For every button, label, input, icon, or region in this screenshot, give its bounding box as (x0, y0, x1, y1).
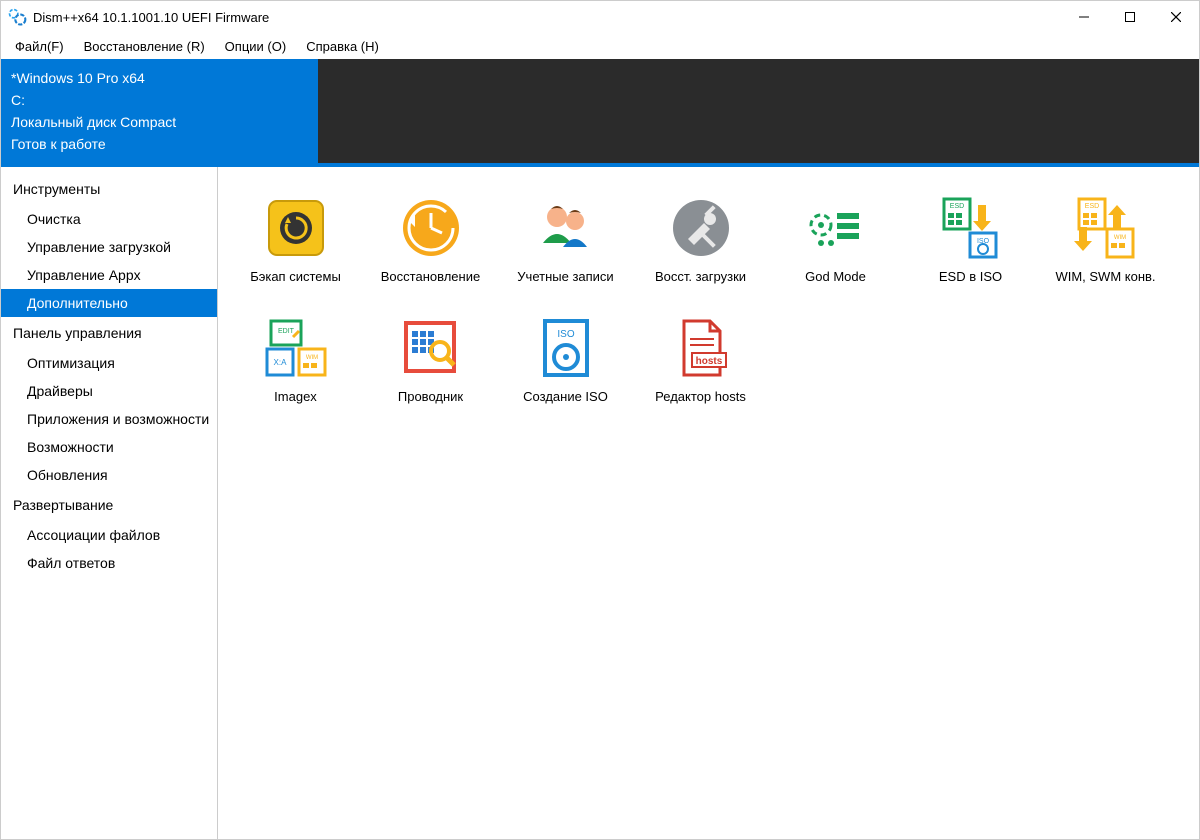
svg-text:WIM: WIM (305, 355, 317, 361)
explorer-icon (394, 311, 468, 385)
tool-label: Восстановление (381, 269, 480, 284)
tool-label: Редактор hosts (655, 389, 746, 404)
sidebar-item-advanced[interactable]: Дополнительно (1, 289, 217, 317)
svg-text:hosts: hosts (695, 356, 722, 367)
tool-label: God Mode (805, 269, 866, 284)
svg-text:ISO: ISO (557, 329, 574, 340)
tool-create-iso[interactable]: ISO Создание ISO (498, 305, 633, 425)
restore-clock-icon (394, 191, 468, 265)
os-line: *Windows 10 Pro x64 (11, 67, 308, 89)
tool-grid: Бэкап системы Восстановление (228, 185, 1189, 425)
sidebar-item-bootmgmt[interactable]: Управление загрузкой (1, 233, 217, 261)
backup-disk-icon (259, 191, 333, 265)
tool-explorer[interactable]: Проводник (363, 305, 498, 425)
tool-restore[interactable]: Восстановление (363, 185, 498, 305)
menu-recovery[interactable]: Восстановление (R) (74, 36, 215, 57)
wim-convert-icon: ESD WIM (1069, 191, 1143, 265)
dark-banner (318, 59, 1199, 163)
hosts-file-icon: hosts (664, 311, 738, 385)
info-band: *Windows 10 Pro x64 C: Локальный диск Co… (1, 59, 1199, 163)
tool-label: Бэкап системы (250, 269, 341, 284)
minimize-button[interactable] (1061, 1, 1107, 33)
main-pane: Бэкап системы Восстановление (218, 167, 1199, 839)
tool-accounts[interactable]: Учетные записи (498, 185, 633, 305)
disk-line: Локальный диск Compact (11, 111, 308, 133)
sidebar-section-controlpanel: Панель управления (1, 317, 217, 349)
iso-create-icon: ISO (529, 311, 603, 385)
tool-wim-convert[interactable]: ESD WIM WIM, SWM конв. (1038, 185, 1173, 305)
imagex-icon: EDIT X:A WIM (259, 311, 333, 385)
tool-hosts-editor[interactable]: hosts Редактор hosts (633, 305, 768, 425)
tool-imagex[interactable]: EDIT X:A WIM Imagex (228, 305, 363, 425)
tool-label: Imagex (274, 389, 317, 404)
tool-label: Создание ISO (523, 389, 608, 404)
sidebar-item-apps[interactable]: Приложения и возможности (1, 405, 217, 433)
window-title: Dism++x64 10.1.1001.10 UEFI Firmware (33, 10, 1061, 25)
sidebar-section-tools: Инструменты (1, 173, 217, 205)
tool-label: Проводник (398, 389, 463, 404)
svg-text:X:A: X:A (273, 358, 287, 367)
menubar: Файл(F) Восстановление (R) Опции (O) Спр… (1, 33, 1199, 59)
tool-boot-repair[interactable]: Восст. загрузки (633, 185, 768, 305)
sidebar-item-updates[interactable]: Обновления (1, 461, 217, 489)
body: Инструменты Очистка Управление загрузкой… (1, 167, 1199, 839)
sidebar-item-cleanup[interactable]: Очистка (1, 205, 217, 233)
app-window: Dism++x64 10.1.1001.10 UEFI Firmware Фай… (0, 0, 1200, 840)
maximize-button[interactable] (1107, 1, 1153, 33)
tool-label: ESD в ISO (939, 269, 1002, 284)
sidebar-item-optimization[interactable]: Оптимизация (1, 349, 217, 377)
sidebar-item-drivers[interactable]: Драйверы (1, 377, 217, 405)
tool-god-mode[interactable]: God Mode (768, 185, 903, 305)
status-line: Готов к работе (11, 133, 308, 155)
wrench-screwdriver-icon (664, 191, 738, 265)
menu-options[interactable]: Опции (O) (215, 36, 297, 57)
esd-iso-icon: ESD ISO (934, 191, 1008, 265)
users-icon (529, 191, 603, 265)
tool-label: Учетные записи (517, 269, 613, 284)
tool-label: Восст. загрузки (655, 269, 746, 284)
close-button[interactable] (1153, 1, 1199, 33)
titlebar: Dism++x64 10.1.1001.10 UEFI Firmware (1, 1, 1199, 33)
svg-text:WIM: WIM (1113, 235, 1125, 241)
sidebar: Инструменты Очистка Управление загрузкой… (1, 167, 218, 839)
sidebar-item-appx[interactable]: Управление Appx (1, 261, 217, 289)
menu-help[interactable]: Справка (H) (296, 36, 389, 57)
sidebar-item-fileassoc[interactable]: Ассоциации файлов (1, 521, 217, 549)
svg-text:ESD: ESD (1084, 203, 1098, 210)
menu-file[interactable]: Файл(F) (5, 36, 74, 57)
svg-text:EDIT: EDIT (278, 328, 295, 335)
svg-text:ESD: ESD (949, 203, 963, 210)
tool-system-backup[interactable]: Бэкап системы (228, 185, 363, 305)
system-info-panel[interactable]: *Windows 10 Pro x64 C: Локальный диск Co… (1, 59, 318, 163)
sidebar-item-features[interactable]: Возможности (1, 433, 217, 461)
tool-label: WIM, SWM конв. (1055, 269, 1155, 284)
window-controls (1061, 1, 1199, 33)
app-icon (7, 7, 27, 27)
sidebar-item-answerfile[interactable]: Файл ответов (1, 549, 217, 577)
drive-line: C: (11, 89, 308, 111)
sidebar-section-deployment: Развертывание (1, 489, 217, 521)
godmode-icon (799, 191, 873, 265)
tool-esd-to-iso[interactable]: ESD ISO ESD в ISO (903, 185, 1038, 305)
